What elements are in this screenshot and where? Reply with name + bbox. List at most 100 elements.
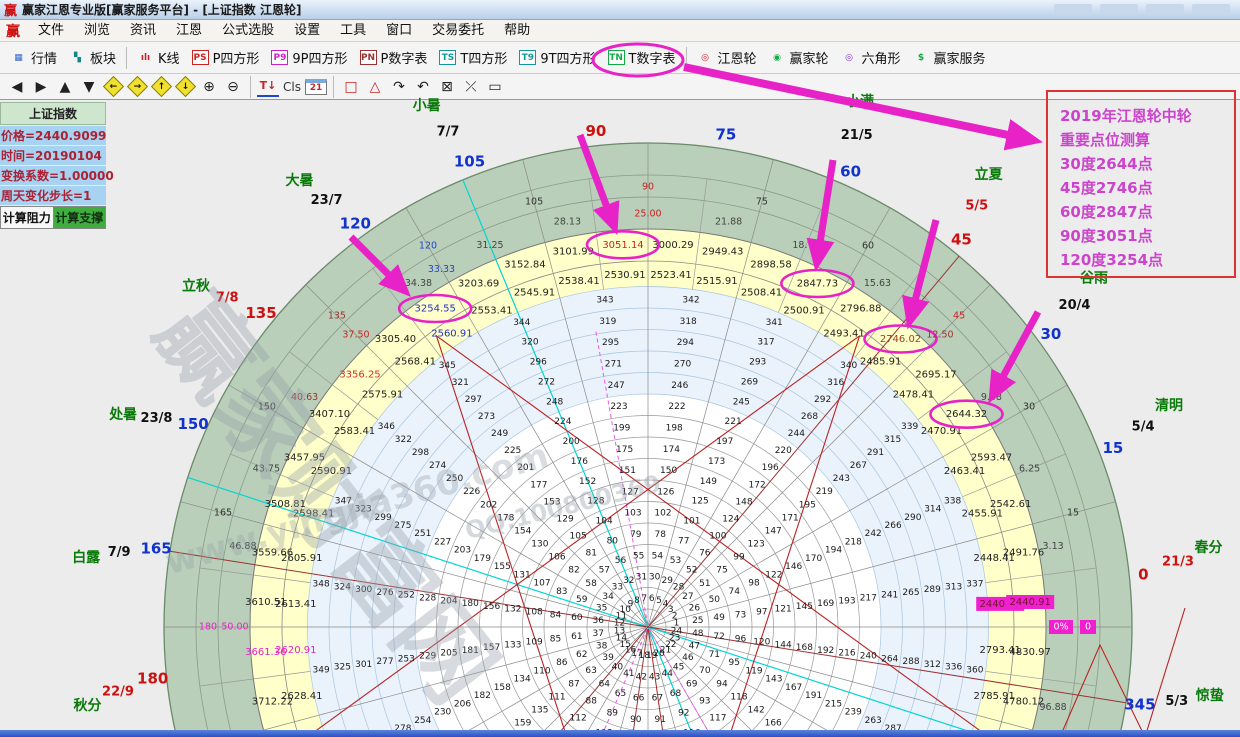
svg-text:2463.41: 2463.41 [944, 466, 985, 477]
svg-text:64: 64 [599, 679, 611, 689]
annotation-line-0: 2019年江恩轮中轮 [1060, 104, 1234, 128]
svg-text:301: 301 [355, 660, 372, 670]
svg-text:168: 168 [796, 643, 813, 653]
svg-text:28.13: 28.13 [554, 216, 581, 227]
svg-text:2949.43: 2949.43 [702, 246, 743, 257]
svg-text:秋分: 秋分 [74, 697, 102, 714]
svg-text:0%: 0% [1053, 622, 1068, 633]
svg-text:266: 266 [885, 521, 902, 531]
svg-text:243: 243 [833, 474, 850, 484]
svg-text:3661.36: 3661.36 [245, 647, 286, 658]
svg-text:27: 27 [682, 592, 693, 602]
svg-text:103: 103 [624, 509, 641, 519]
svg-text:175: 175 [616, 445, 633, 455]
svg-text:20/4: 20/4 [1059, 298, 1091, 313]
svg-text:313: 313 [945, 582, 962, 592]
svg-text:21.88: 21.88 [715, 216, 742, 227]
svg-text:2500.91: 2500.91 [783, 305, 824, 316]
svg-text:122: 122 [765, 570, 782, 580]
svg-text:135: 135 [531, 705, 548, 715]
svg-text:15: 15 [1067, 508, 1079, 519]
svg-text:80: 80 [607, 536, 619, 546]
svg-text:26: 26 [689, 603, 701, 613]
svg-text:18.75: 18.75 [792, 240, 819, 251]
svg-text:54: 54 [652, 551, 664, 561]
svg-text:2644.32: 2644.32 [946, 409, 987, 420]
svg-text:2746.02: 2746.02 [880, 334, 921, 345]
svg-text:69: 69 [686, 679, 698, 689]
svg-text:322: 322 [395, 435, 412, 445]
svg-text:2455.91: 2455.91 [962, 509, 1003, 520]
svg-text:293: 293 [749, 358, 766, 368]
calc-support-button[interactable]: 计算支撑 [54, 206, 107, 229]
svg-text:83: 83 [556, 587, 567, 597]
svg-text:145: 145 [796, 602, 813, 612]
svg-text:37.50: 37.50 [342, 330, 369, 341]
svg-text:216: 216 [838, 649, 855, 659]
svg-text:171: 171 [782, 513, 799, 523]
annotation-line-5: 90度3051点 [1060, 224, 1234, 248]
svg-text:106: 106 [548, 553, 565, 563]
svg-text:179: 179 [474, 554, 491, 564]
svg-text:336: 336 [945, 663, 962, 673]
svg-text:120: 120 [419, 240, 437, 251]
svg-text:132: 132 [504, 605, 521, 615]
svg-text:247: 247 [608, 381, 625, 391]
annotation-line-3: 45度2746点 [1060, 176, 1234, 200]
svg-text:91: 91 [654, 715, 665, 725]
svg-text:2542.61: 2542.61 [990, 499, 1031, 510]
svg-text:87: 87 [568, 679, 579, 689]
svg-text:345: 345 [439, 361, 456, 371]
calc-resistance-button[interactable]: 计算阻力 [0, 206, 54, 229]
svg-text:144: 144 [775, 640, 792, 650]
svg-text:45: 45 [953, 310, 965, 321]
svg-text:48: 48 [692, 629, 704, 639]
svg-text:142: 142 [748, 705, 765, 715]
svg-text:192: 192 [817, 646, 834, 656]
svg-text:2523.41: 2523.41 [650, 270, 691, 281]
svg-text:2553.41: 2553.41 [471, 305, 512, 316]
svg-text:267: 267 [850, 461, 867, 471]
svg-text:246: 246 [671, 381, 688, 391]
svg-text:34: 34 [602, 592, 614, 602]
svg-text:346: 346 [378, 422, 395, 432]
svg-text:57: 57 [599, 566, 610, 576]
svg-text:3.13: 3.13 [1043, 541, 1064, 552]
svg-text:49: 49 [713, 613, 725, 623]
svg-text:0: 0 [1138, 565, 1148, 583]
svg-text:72: 72 [713, 632, 724, 642]
svg-text:199: 199 [613, 424, 630, 434]
svg-text:268: 268 [801, 412, 818, 422]
svg-text:295: 295 [602, 338, 619, 348]
symbol-name: 上证指数 [0, 102, 106, 125]
svg-text:2530.91: 2530.91 [604, 270, 645, 281]
svg-text:108: 108 [526, 608, 543, 618]
svg-text:12.50: 12.50 [926, 330, 953, 341]
svg-text:100: 100 [709, 532, 726, 542]
svg-text:156: 156 [483, 602, 500, 612]
svg-text:25: 25 [692, 616, 703, 626]
svg-text:321: 321 [452, 378, 469, 388]
svg-text:63: 63 [585, 666, 596, 676]
svg-text:290: 290 [904, 513, 921, 523]
svg-text:67: 67 [652, 694, 663, 704]
svg-text:43: 43 [649, 672, 660, 682]
svg-text:319: 319 [599, 317, 616, 327]
svg-text:294: 294 [677, 338, 694, 348]
svg-text:36: 36 [592, 616, 604, 626]
svg-text:217: 217 [860, 594, 877, 604]
svg-text:90: 90 [585, 122, 606, 140]
svg-text:0: 0 [1085, 622, 1091, 633]
svg-text:3712.22: 3712.22 [252, 697, 293, 708]
svg-text:146: 146 [785, 562, 802, 572]
svg-text:45: 45 [673, 662, 684, 672]
svg-text:119: 119 [745, 666, 762, 676]
svg-text:51: 51 [699, 579, 710, 589]
svg-text:3610.51: 3610.51 [245, 597, 286, 608]
svg-text:320: 320 [521, 338, 538, 348]
svg-text:273: 273 [478, 412, 495, 422]
svg-text:155: 155 [494, 562, 511, 572]
svg-text:244: 244 [788, 429, 805, 439]
svg-text:30: 30 [1040, 325, 1061, 343]
svg-text:147: 147 [765, 527, 782, 537]
